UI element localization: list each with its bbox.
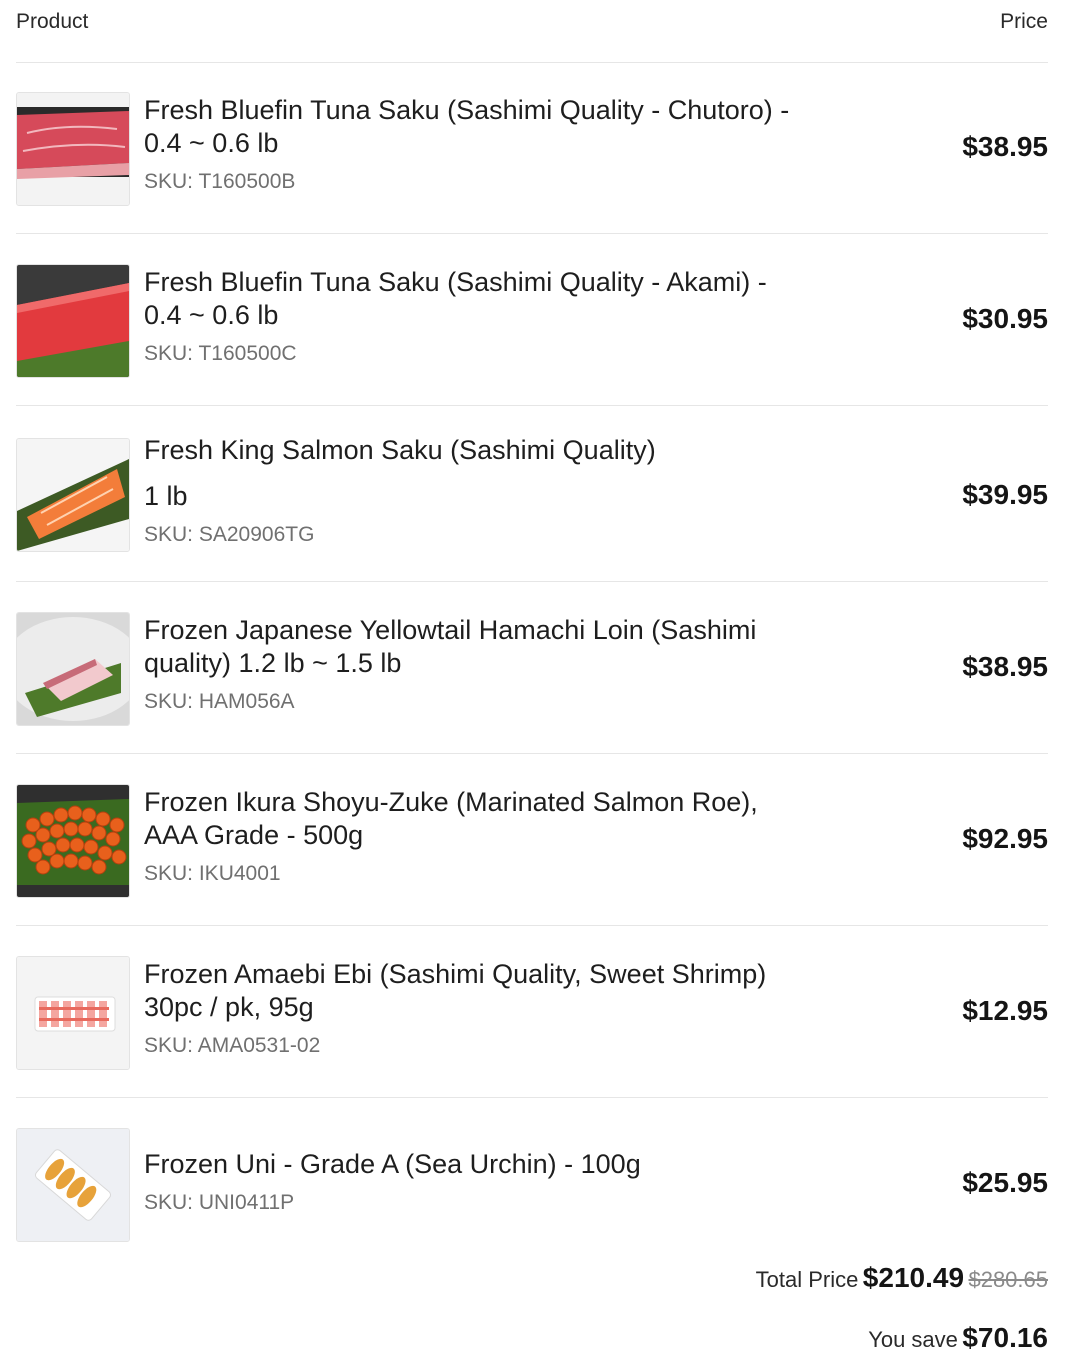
total-summary: Total Price $210.49 $280.65: [756, 1262, 1048, 1294]
product-title[interactable]: Frozen Amaebi Ebi (Sashimi Quality, Swee…: [144, 958, 858, 991]
price-column-header: Price: [1000, 10, 1048, 33]
product-sku: SKU: UNI0411P: [144, 1191, 295, 1214]
product-info: Frozen Japanese Yellowtail Hamachi Loin …: [144, 614, 858, 714]
product-title[interactable]: Frozen Ikura Shoyu-Zuke (Marinated Salmo…: [144, 786, 858, 819]
product-subtitle[interactable]: 1 lb: [144, 480, 858, 513]
product-price: $38.95: [962, 131, 1048, 162]
product-image-ikura[interactable]: [16, 784, 130, 898]
cart-item: Frozen Uni - Grade A (Sea Urchin) - 100g…: [16, 1098, 1048, 1269]
product-title[interactable]: Frozen Uni - Grade A (Sea Urchin) - 100g: [144, 1148, 858, 1181]
product-info: Fresh King Salmon Saku (Sashimi Quality)…: [144, 434, 858, 547]
product-price: $12.95: [962, 995, 1048, 1026]
product-sku: SKU: T160500C: [144, 342, 297, 365]
total-price-label: Total Price: [755, 1267, 859, 1292]
cart-item: Fresh King Salmon Saku (Sashimi Quality)…: [16, 406, 1048, 582]
cart-header: Product Price: [16, 0, 1048, 63]
product-title[interactable]: Fresh Bluefin Tuna Saku (Sashimi Quality…: [144, 266, 858, 299]
product-price: $92.95: [962, 823, 1048, 854]
savings-summary: You save $70.16: [868, 1322, 1048, 1354]
product-info: Fresh Bluefin Tuna Saku (Sashimi Quality…: [144, 94, 858, 194]
product-sku: SKU: IKU4001: [144, 862, 281, 885]
product-price: $38.95: [962, 651, 1048, 682]
product-image-uni[interactable]: [16, 1128, 130, 1242]
product-price: $25.95: [962, 1167, 1048, 1198]
you-save-label: You save: [868, 1327, 958, 1352]
cart-items: Fresh Bluefin Tuna Saku (Sashimi Quality…: [16, 62, 1048, 1269]
product-price: $30.95: [962, 303, 1048, 334]
product-sku: SKU: AMA0531-02: [144, 1034, 321, 1057]
product-subtitle[interactable]: quality) 1.2 lb ~ 1.5 lb: [144, 647, 858, 680]
product-info: Frozen Ikura Shoyu-Zuke (Marinated Salmo…: [144, 786, 858, 886]
product-title[interactable]: Fresh King Salmon Saku (Sashimi Quality): [144, 434, 858, 467]
product-image-tuna-akami[interactable]: [16, 264, 130, 378]
product-subtitle[interactable]: 30pc / pk, 95g: [144, 991, 858, 1024]
product-image-amaebi[interactable]: [16, 956, 130, 1070]
total-price: $210.49: [862, 1262, 965, 1293]
product-subtitle[interactable]: 0.4 ~ 0.6 lb: [144, 127, 858, 160]
product-sku: SKU: SA20906TG: [144, 523, 315, 546]
cart-item: Fresh Bluefin Tuna Saku (Sashimi Quality…: [16, 62, 1048, 234]
cart-item: Frozen Ikura Shoyu-Zuke (Marinated Salmo…: [16, 754, 1048, 926]
product-info: Frozen Amaebi Ebi (Sashimi Quality, Swee…: [144, 958, 858, 1058]
product-image-salmon[interactable]: [16, 438, 130, 552]
cart-item: Frozen Amaebi Ebi (Sashimi Quality, Swee…: [16, 926, 1048, 1098]
product-title[interactable]: Fresh Bluefin Tuna Saku (Sashimi Quality…: [144, 94, 858, 127]
product-price: $39.95: [962, 479, 1048, 510]
savings-amount: $70.16: [962, 1322, 1048, 1353]
product-info: Fresh Bluefin Tuna Saku (Sashimi Quality…: [144, 266, 858, 366]
product-title[interactable]: Frozen Japanese Yellowtail Hamachi Loin …: [144, 614, 858, 647]
product-sku: SKU: HAM056A: [144, 690, 295, 713]
product-info: Frozen Uni - Grade A (Sea Urchin) - 100g…: [144, 1148, 858, 1215]
product-column-header: Product: [16, 10, 89, 33]
original-total-price: $280.65: [968, 1267, 1048, 1292]
cart-item: Fresh Bluefin Tuna Saku (Sashimi Quality…: [16, 234, 1048, 406]
product-subtitle[interactable]: AAA Grade - 500g: [144, 819, 858, 852]
product-image-tuna-chutoro[interactable]: [16, 92, 130, 206]
product-subtitle[interactable]: 0.4 ~ 0.6 lb: [144, 299, 858, 332]
cart-item: Frozen Japanese Yellowtail Hamachi Loin …: [16, 582, 1048, 754]
product-image-hamachi[interactable]: [16, 612, 130, 726]
product-sku: SKU: T160500B: [144, 170, 296, 193]
